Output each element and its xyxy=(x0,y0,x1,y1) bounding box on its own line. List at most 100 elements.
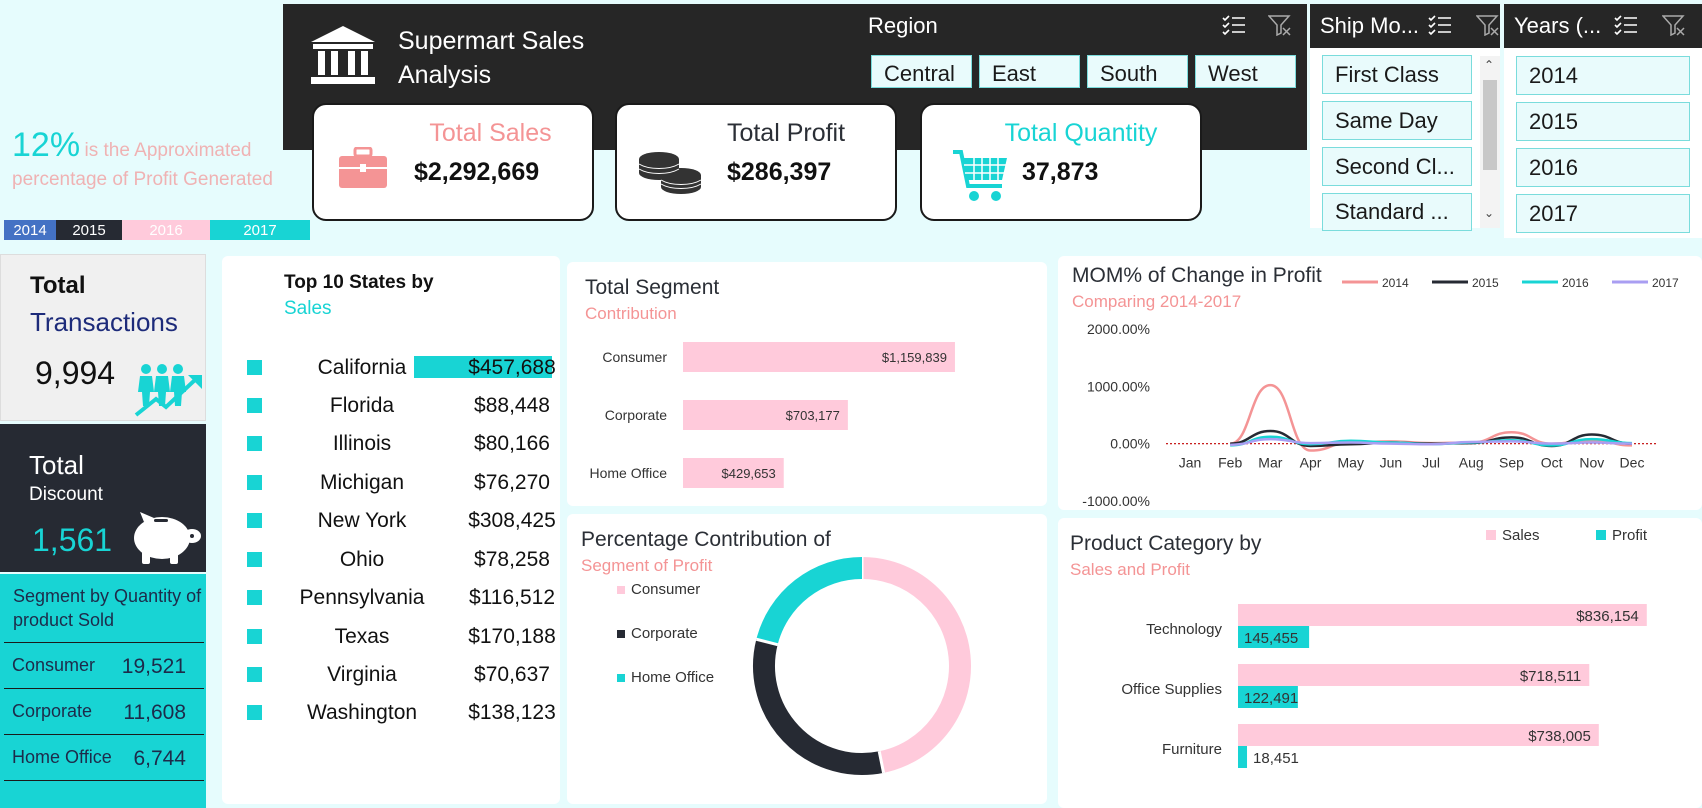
state-value: $70,637 xyxy=(474,663,550,686)
state-row: Pennsylvania $116,512 xyxy=(222,579,555,617)
mom-x-tick-label: Jun xyxy=(1380,455,1403,471)
segment-profit-card: Percentage Contribution of Segment of Pr… xyxy=(567,514,1047,804)
donut-legend-label: Home Office xyxy=(631,669,714,686)
year-option-2014[interactable]: 2014 xyxy=(1516,56,1690,95)
mom-y-tick-label: 2000.00% xyxy=(1087,321,1150,337)
state-marker xyxy=(247,398,262,413)
people-growth-icon xyxy=(134,364,202,417)
state-row: New York $308,425 xyxy=(222,502,556,540)
segment-quantity-row: Consumer 19,521 xyxy=(4,643,204,689)
scroll-up-icon[interactable]: ⌃ xyxy=(1484,58,1494,72)
segment-bar-label: $1,159,839 xyxy=(882,350,947,365)
ship-mode-scrollbar[interactable]: ⌃ ⌄ xyxy=(1480,56,1500,228)
multi-select-icon[interactable] xyxy=(1428,14,1452,36)
segment-name: Consumer xyxy=(12,655,96,675)
state-name: Michigan xyxy=(319,471,405,494)
ship-mode-option-standard[interactable]: Standard ... xyxy=(1322,193,1472,231)
category-sales-label: $718,511 xyxy=(1520,668,1581,685)
donut-slice xyxy=(756,557,863,645)
briefcase-icon xyxy=(339,147,387,188)
state-name: Pennsylvania xyxy=(299,586,425,609)
state-marker xyxy=(247,705,262,720)
state-value: $457,688 xyxy=(468,356,556,379)
donut-legend-swatch xyxy=(617,586,625,594)
year-option-2015[interactable]: 2015 xyxy=(1516,102,1690,141)
clear-filter-icon[interactable] xyxy=(1268,14,1292,36)
state-name: Virginia xyxy=(327,663,397,686)
region-option-south[interactable]: South xyxy=(1087,55,1188,88)
year-legend-2015: 2015 xyxy=(56,220,122,240)
category-legend-swatch xyxy=(1596,530,1606,540)
state-row: Michigan $76,270 xyxy=(222,464,550,502)
total-segment-title: Total Segment xyxy=(585,276,720,299)
segment-bar-label: $703,177 xyxy=(786,408,840,423)
state-value: $116,512 xyxy=(468,586,556,609)
discount-title-1: Total xyxy=(29,450,84,480)
year-option-2017[interactable]: 2017 xyxy=(1516,194,1690,233)
state-value: $170,188 xyxy=(468,625,556,648)
donut-legend-swatch xyxy=(617,630,625,638)
mom-x-tick-label: Jan xyxy=(1179,455,1202,471)
region-option-central[interactable]: Central xyxy=(871,55,972,88)
ship-mode-option-second-class[interactable]: Second Cl... xyxy=(1322,147,1472,186)
top-states-subtitle: Sales xyxy=(284,298,332,319)
mom-x-tick-label: Dec xyxy=(1620,455,1645,471)
region-option-west[interactable]: West xyxy=(1195,55,1296,88)
segment-bar-label: $429,653 xyxy=(722,466,776,481)
multi-select-icon[interactable] xyxy=(1614,14,1638,36)
state-marker xyxy=(247,360,262,375)
state-row: Texas $170,188 xyxy=(222,618,556,656)
category-legend-label: Sales xyxy=(1502,527,1540,544)
state-name: California xyxy=(317,356,407,379)
clear-filter-icon[interactable] xyxy=(1662,14,1686,36)
kpi-sales-value: $2,292,669 xyxy=(414,158,540,186)
ship-mode-option-first-class[interactable]: First Class xyxy=(1322,55,1472,94)
segment-category-label: Corporate xyxy=(605,407,667,423)
segment-value: 6,744 xyxy=(133,747,186,770)
scroll-down-icon[interactable]: ⌄ xyxy=(1484,206,1494,220)
total-transactions-card: Total Transactions 9,994 xyxy=(0,254,206,421)
transactions-title-2: Transactions xyxy=(30,307,178,337)
region-option-east[interactable]: East xyxy=(979,55,1080,88)
state-row: California $457,688 xyxy=(222,349,556,387)
profit-percentage-note: 12% is the Approximated percentage of Pr… xyxy=(12,126,287,191)
discount-value: 1,561 xyxy=(32,522,113,558)
clear-filter-icon[interactable] xyxy=(1476,14,1500,36)
donut-legend-swatch xyxy=(617,674,625,682)
kpi-total-sales: Total Sales $2,292,669 xyxy=(312,103,594,221)
state-marker xyxy=(247,513,262,528)
category-profit-label: 18,451 xyxy=(1253,750,1299,767)
state-value: $80,166 xyxy=(474,432,550,455)
category-label: Office Supplies xyxy=(1121,681,1222,698)
year-option-2016[interactable]: 2016 xyxy=(1516,148,1690,187)
state-value: $308,425 xyxy=(468,509,556,532)
shopping-cart-icon xyxy=(953,150,1007,201)
years-slicer-title: Years (... xyxy=(1514,13,1602,38)
mom-x-tick-label: Oct xyxy=(1541,455,1563,471)
mom-line-chart: 2000.00% 1000.00% 0.00% -1000.00% Jan Feb Mar A… xyxy=(1082,276,1679,509)
total-discount-card: Total Discount 1,561 xyxy=(0,424,206,572)
state-row: Washington $138,123 xyxy=(222,694,556,732)
product-category-card: Product Category by Sales and Profit Sal… xyxy=(1058,518,1702,808)
region-slicer-title: Region xyxy=(868,13,938,38)
segment-category-label: Consumer xyxy=(602,349,667,365)
state-marker xyxy=(247,667,262,682)
kpi-sales-label: Total Sales xyxy=(429,119,552,147)
total-segment-card: Total Segment Contribution Consumer $1,15… xyxy=(567,262,1047,506)
mom-y-tick-label: -1000.00% xyxy=(1082,493,1150,509)
multi-select-icon[interactable] xyxy=(1222,14,1246,36)
profit-percentage-text-2: percentage of Profit Generated xyxy=(12,169,273,190)
scrollbar-thumb[interactable] xyxy=(1483,80,1497,170)
donut-slice xyxy=(861,557,971,773)
segment-name: Corporate xyxy=(12,701,93,721)
state-row: Florida $88,448 xyxy=(222,387,550,425)
mom-x-tick-label: Mar xyxy=(1258,455,1282,471)
ship-mode-option-same-day[interactable]: Same Day xyxy=(1322,101,1472,140)
top-states-title: Top 10 States by xyxy=(284,272,434,293)
state-name: Ohio xyxy=(339,548,385,571)
coins-icon xyxy=(638,152,702,194)
state-marker xyxy=(247,552,262,567)
mom-x-tick-label: Aug xyxy=(1459,455,1484,471)
donut-legend-label: Corporate xyxy=(631,625,698,642)
state-name: Florida xyxy=(329,394,395,417)
